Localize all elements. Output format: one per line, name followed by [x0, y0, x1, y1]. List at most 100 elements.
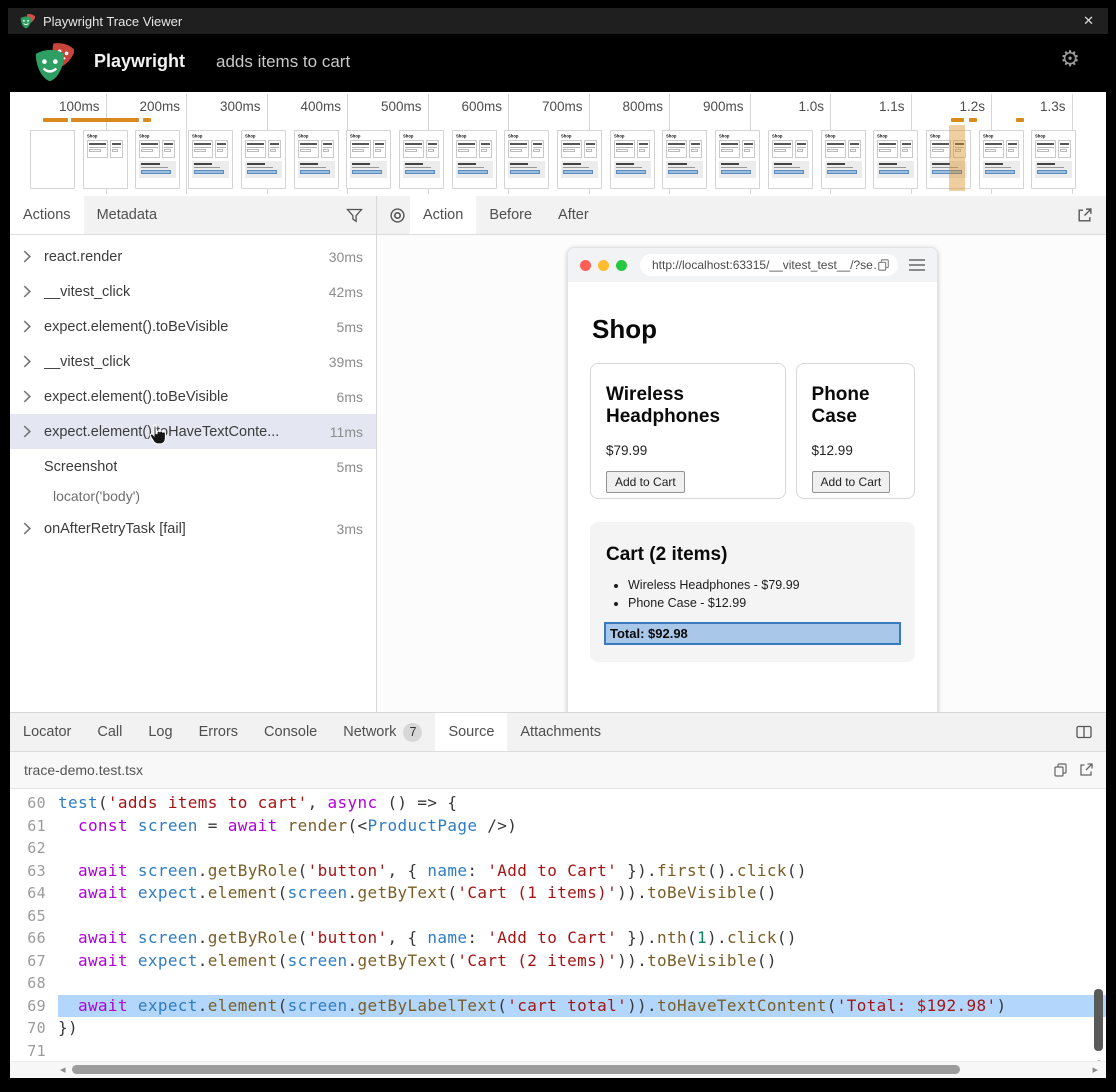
code-token: )).	[627, 996, 657, 1015]
timeline-frame[interactable]: Shop	[83, 130, 128, 189]
action-row[interactable]: react.render30ms	[10, 239, 376, 274]
frame-cart	[245, 161, 282, 178]
timeline-frame[interactable]: Shop	[135, 130, 180, 189]
frame-product-card	[508, 140, 529, 158]
code-token: :	[467, 928, 487, 947]
code-token	[58, 951, 78, 970]
timeline-frame[interactable]: Shop	[768, 130, 813, 189]
code-token	[58, 883, 78, 902]
code-token: .	[348, 951, 358, 970]
timeline-frame[interactable]	[30, 130, 75, 189]
add-to-cart-button[interactable]: Add to Cart	[812, 471, 891, 493]
line-number: 69	[10, 995, 46, 1018]
timeline-frame[interactable]: Shop	[662, 130, 707, 189]
code-token: screen	[288, 951, 348, 970]
frame-products	[87, 140, 124, 158]
bottom-tab-network[interactable]: Network7	[330, 713, 435, 751]
bottom-tab-attachments[interactable]: Attachments	[507, 713, 614, 751]
action-row[interactable]: Screenshot5ms	[10, 449, 376, 484]
timeline-frame[interactable]: Shop	[346, 130, 391, 189]
timeline-frame[interactable]: Shop	[188, 130, 233, 189]
code-line: 69 await expect.element(screen.getByLabe…	[10, 995, 1106, 1018]
gear-icon[interactable]: ⚙	[1060, 48, 1080, 70]
action-row[interactable]: onAfterRetryTask [fail]3ms	[10, 511, 376, 546]
frame-cart	[772, 161, 809, 178]
code-token: getByRole	[208, 861, 298, 880]
timeline-frame[interactable]: Shop	[821, 130, 866, 189]
bottom-tab-errors[interactable]: Errors	[186, 713, 251, 751]
horizontal-scrollbar[interactable]: ◂ ▸	[10, 1061, 1106, 1078]
timeline-frame[interactable]: Shop	[294, 130, 339, 189]
snapshot-tab-before[interactable]: Before	[476, 196, 545, 234]
actions-tab-actions[interactable]: Actions	[10, 196, 84, 234]
bottom-tab-source[interactable]: Source	[435, 713, 507, 751]
chevron-right-icon[interactable]	[23, 390, 37, 403]
open-source-external-icon[interactable]	[1078, 762, 1094, 778]
horizontal-scrollbar-thumb[interactable]	[72, 1065, 960, 1074]
timeline-frame[interactable]: Shop	[241, 130, 286, 189]
actions-tab-metadata[interactable]: Metadata	[84, 196, 170, 234]
code-line: 67 await expect.element(screen.getByText…	[10, 950, 1106, 973]
product-price: $12.99	[812, 443, 899, 458]
timeline-frame[interactable]: Shop	[979, 130, 1024, 189]
frame-product-card	[268, 140, 281, 158]
chevron-right-icon[interactable]	[23, 522, 37, 535]
timeline-frame[interactable]: Shop	[557, 130, 602, 189]
target-icon[interactable]	[377, 196, 410, 234]
action-label: __vitest_click	[44, 354, 130, 370]
action-row[interactable]: expect.element().toBeVisible6ms	[10, 379, 376, 414]
filter-icon[interactable]	[346, 196, 376, 234]
tab-label: Errors	[199, 724, 238, 740]
open-external-icon[interactable]	[1076, 196, 1106, 234]
code-token	[128, 928, 138, 947]
timeline[interactable]: 100ms200ms300ms400ms500ms600ms700ms800ms…	[10, 92, 1106, 197]
frame-line	[691, 149, 697, 152]
timeline-frame[interactable]: Shop	[504, 130, 549, 189]
action-row[interactable]: __vitest_click42ms	[10, 274, 376, 309]
playwright-logo-icon	[34, 43, 74, 83]
split-view-icon[interactable]	[1075, 713, 1106, 751]
frame-line	[563, 163, 581, 165]
code-token: (	[98, 793, 108, 812]
bottom-tab-locator[interactable]: Locator	[10, 713, 84, 751]
copy-source-icon[interactable]	[1053, 762, 1068, 778]
frame-line	[1008, 147, 1017, 148]
timeline-frame[interactable]: Shop	[873, 130, 918, 189]
frame-line	[323, 149, 329, 152]
scroll-left-icon[interactable]: ◂	[60, 1063, 66, 1076]
bottom-tab-call[interactable]: Call	[84, 713, 135, 751]
copy-url-icon[interactable]	[877, 258, 890, 272]
snapshot-tab-after[interactable]: After	[545, 196, 602, 234]
chevron-right-icon[interactable]	[23, 285, 37, 298]
frame-product-card	[531, 140, 544, 158]
code-token: screen	[138, 816, 198, 835]
vertical-scrollbar[interactable]	[1094, 989, 1103, 1051]
timeline-frame[interactable]: Shop	[399, 130, 444, 189]
action-row[interactable]: expect.element().toBeVisible5ms	[10, 309, 376, 344]
timeline-frame[interactable]: Shop	[1031, 130, 1076, 189]
timeline-frame[interactable]: Shop	[452, 130, 497, 189]
menu-icon[interactable]	[909, 259, 925, 271]
bottom-tab-console[interactable]: Console	[251, 713, 330, 751]
frame-cart	[298, 161, 335, 178]
code-content: await screen.getByRole('button', { name:…	[58, 860, 1106, 883]
chevron-right-icon[interactable]	[23, 355, 37, 368]
code-token: 'Total: $192.98'	[837, 996, 997, 1015]
snapshot-panel: ActionBeforeAfter http://localhost:63315…	[377, 196, 1106, 712]
code-token: 'Add to Cart'	[487, 861, 617, 880]
chevron-right-icon[interactable]	[23, 320, 37, 333]
action-row[interactable]: __vitest_click39ms	[10, 344, 376, 379]
scroll-right-icon[interactable]: ▸	[1092, 1063, 1098, 1076]
address-bar[interactable]: http://localhost:63315/__vitest_test__/?…	[640, 254, 898, 276]
timeline-frame[interactable]: Shop	[610, 130, 655, 189]
close-icon[interactable]: ✕	[1083, 13, 1094, 29]
frame-line	[217, 147, 226, 148]
timeline-time-label: 1.1s	[833, 99, 905, 114]
add-to-cart-button[interactable]: Add to Cart	[606, 471, 685, 493]
chevron-right-icon[interactable]	[23, 425, 37, 438]
action-row[interactable]: expect.element().toHaveTextConte...11ms	[10, 414, 376, 449]
snapshot-tab-action[interactable]: Action	[410, 196, 476, 234]
bottom-tab-log[interactable]: Log	[135, 713, 185, 751]
chevron-right-icon[interactable]	[23, 250, 37, 263]
timeline-frame[interactable]: Shop	[715, 130, 760, 189]
